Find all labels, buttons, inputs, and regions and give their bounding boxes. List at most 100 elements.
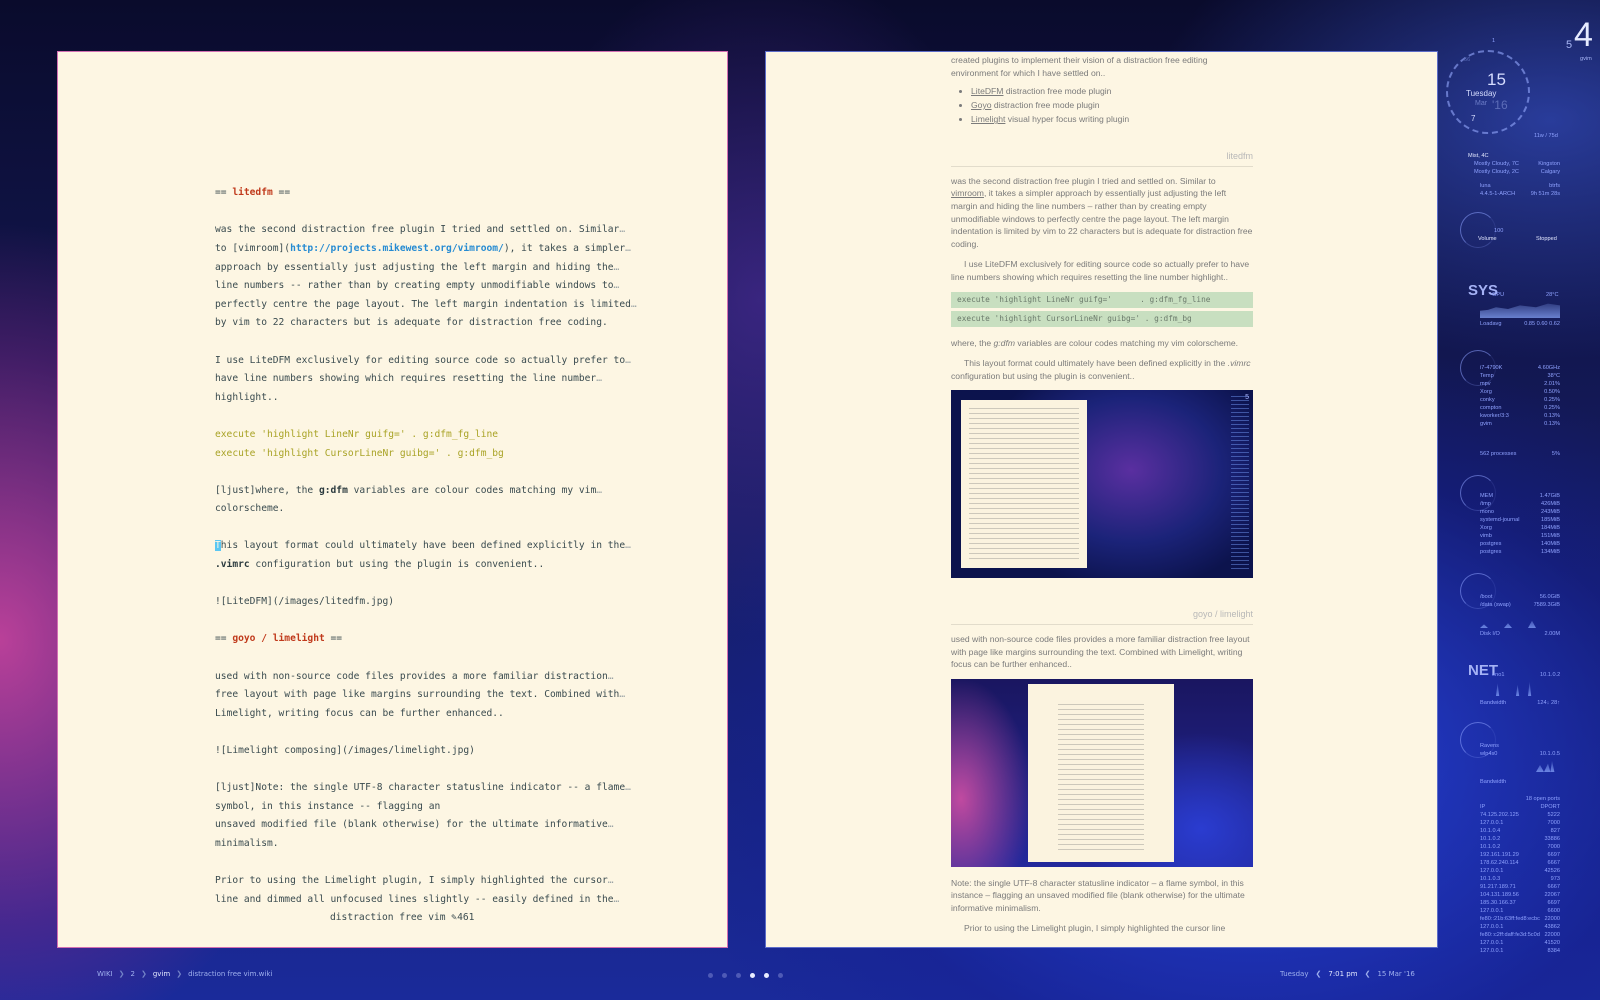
vim-line[interactable]: colorscheme. [215,500,605,519]
gvim-window[interactable]: == litedfm == was the second distraction … [57,51,728,948]
vim-line[interactable]: was the second distraction free plugin I… [215,221,625,240]
vim-line[interactable]: I use LiteDFM exclusively for editing so… [215,352,631,371]
vim-line[interactable]: to [vimroom](http://projects.mikewest.or… [215,240,631,259]
conky-row: Xorg 0.50% [1480,389,1560,395]
vim-line[interactable] [215,723,605,742]
conky-row: 127.0.0.1 41520 [1480,940,1560,946]
vim-line[interactable]: Prior to using the Limelight plugin, I s… [215,872,614,891]
vim-line[interactable] [215,463,605,482]
mem-block: MEM 1.47GiB /tmp 426MiB mono 243MiB systemd-j… [1480,493,1560,555]
workspace-dot[interactable] [764,973,769,978]
vim-line[interactable]: highlight.. [215,389,605,408]
conky-row: 127.0.0.1 43862 [1480,924,1560,930]
breadcrumb-item[interactable]: gvim [153,970,170,978]
screenshot-goyo-page [1028,683,1174,862]
vim-line[interactable] [215,649,605,668]
workspace-dot[interactable] [722,973,727,978]
workspace-dot[interactable] [708,973,713,978]
goyo-paragraph-2: Note: the single UTF-8 character statusl… [951,877,1245,913]
litedfm-paragraph-4: This layout format could ultimately have… [951,358,1251,381]
conky-row: 185.30.166.37 6697 [1480,900,1560,906]
workspace-dot[interactable] [778,973,783,978]
plugin-link-limelight[interactable]: Limelight [971,114,1005,124]
conky-row: 74.125.202.125 5222 [1480,812,1560,818]
screenshot-conky [1231,396,1249,573]
processes-row: 562 processes 5% [1480,451,1560,457]
volume-state: Stopped [1536,236,1557,242]
section-heading-litedfm: litedfm [951,150,1253,167]
vim-line[interactable]: [ljust]where, the g:dfm variables are co… [215,482,605,501]
article: created plugins to implement their visio… [951,54,1253,943]
vim-line[interactable]: line numbers -- rather than by creating … [215,277,619,296]
vim-line[interactable] [215,575,605,594]
vim-line[interactable]: have line numbers showing which requires… [215,370,605,389]
conky-row: 192.161.191.29 6697 [1480,852,1560,858]
vim-line[interactable]: Limelight, writing focus can be further … [215,705,605,724]
plugin-link-goyo[interactable]: Goyo [971,100,992,110]
vim-line[interactable] [215,407,605,426]
vim-buffer[interactable]: == litedfm == was the second distraction … [215,147,637,928]
litedfm-screenshot[interactable]: 5 [951,390,1253,579]
breadcrumb-item[interactable]: distraction free vim.wiki [188,970,272,978]
vim-line[interactable]: This layout format could ultimately have… [215,537,631,556]
vim-line[interactable]: minimalism. [215,835,605,854]
limelight-screenshot[interactable] [951,678,1253,867]
vim-line[interactable] [215,166,605,185]
desktop-number-small: 5 [1566,39,1573,51]
vim-line[interactable]: execute 'highlight LineNr guifg=' . g:df… [215,426,605,445]
workspace-dot[interactable] [736,973,741,978]
vim-line[interactable]: by vim to 22 characters but is adequate … [215,314,608,333]
conky-row: postgres 140MiB [1480,541,1560,547]
vim-line[interactable] [215,333,605,352]
weather-block: Mist, 4C Mostly Cloudy, 7C Kingston Mostl… [1468,153,1560,175]
vim-line[interactable] [215,612,605,631]
vim-line[interactable] [215,761,605,780]
vim-line[interactable] [215,854,605,873]
vim-line[interactable]: .vimrc configuration but using the plugi… [215,556,605,575]
cpu-block: i7-4790K 4.60GHz Temp 38°C mpv 2.01% Xorg 0.5… [1480,365,1560,427]
browser-window[interactable]: created plugins to implement their visio… [765,51,1438,948]
workspace-dot[interactable] [750,973,755,978]
vim-line[interactable]: == litedfm == [215,184,605,203]
volume-max: 100 [1494,228,1504,234]
vim-line[interactable]: line and dimmed all unfocused lines slig… [215,891,619,910]
intro-paragraph: created plugins to implement their visio… [951,55,1208,78]
vim-line[interactable]: approach by essentially just adjusting t… [215,259,619,278]
vim-line[interactable]: [ljust]Note: the single UTF-8 character … [215,779,631,798]
vim-line[interactable]: used with non-source code files provides… [215,668,614,687]
vim-line[interactable]: execute 'highlight CursorLineNr guibg=' … [215,445,605,464]
workspace-indicator[interactable] [708,973,783,978]
vim-line[interactable] [215,519,605,538]
conky-row: /data (swap) 7589.3GiB [1480,602,1560,608]
vim-line[interactable]: unsaved modified file (blank otherwise) … [215,816,614,835]
conky-row: 10.1.0.2 33886 [1480,836,1560,842]
vim-line[interactable]: perfectly centre the page layout. The le… [215,296,637,315]
breadcrumb-item[interactable]: WIKI [97,970,113,978]
vim-statusline: distraction free vim ✎461 [330,912,475,924]
conky-row: fe80::c2ff:daff:fe3d:5c0d 22000 [1480,932,1560,938]
vim-line[interactable] [215,147,605,166]
conky-row: fe80::21b:63ff:fed8:ecbc 22000 [1480,916,1560,922]
vim-line[interactable]: symbol, in this instance -- flagging an [215,798,605,817]
conky-row: 127.0.0.1 6600 [1480,908,1560,914]
conky-row: conky 0.25% [1480,397,1560,403]
plugin-link-litedfm[interactable]: LiteDFM [971,86,1003,96]
conky-row: 127.0.0.1 7000 [1480,820,1560,826]
litedfm-paragraph-3: where, the g:dfm variables are colour co… [951,337,1239,348]
clock-weekday: Tuesday [1466,89,1497,98]
vim-line[interactable]: free layout with page like margins surro… [215,686,625,705]
breadcrumb-item[interactable]: 2 [131,970,135,978]
section-heading-goyo-limelight: goyo / limelight [951,608,1253,625]
vimroom-link[interactable]: vimroom [951,188,984,198]
vim-line[interactable]: == goyo / limelight == [215,630,605,649]
chevron-right-icon: ❯ [140,970,147,978]
wifi-block: Ravens wlp4s0 10.1.0.5 [1480,743,1560,757]
open-ports-table: 18 open ports IP DPORT 74.125.202.125 5222… [1480,796,1560,954]
gpu-label: GPU [1492,292,1505,298]
vim-line[interactable]: ![Limelight composing](/images/limelight… [215,742,605,761]
vim-line[interactable]: ![LiteDFM](/images/litedfm.jpg) [215,593,605,612]
weather-range: 11w / 75d [1534,133,1558,139]
disk-io-graph [1480,620,1560,628]
vim-line[interactable] [215,203,605,222]
chevron-left-icon: ❮ [1364,970,1371,978]
